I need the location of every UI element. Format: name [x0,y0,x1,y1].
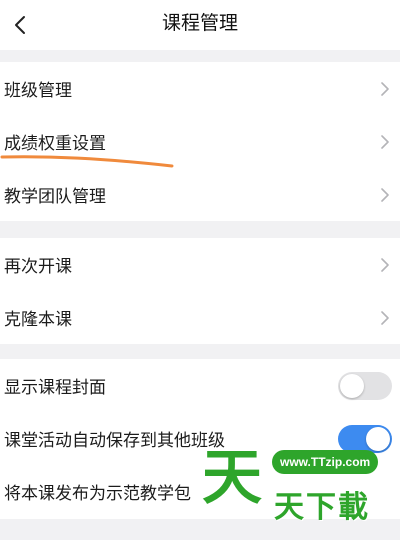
row-show-course-cover: 显示课程封面 [0,359,400,412]
auto-save-toggle[interactable] [338,424,392,453]
row-label: 再次开课 [4,257,72,277]
settings-group-course: 班级管理 成绩权重设置 教学团队管理 [0,62,400,221]
page-title: 课程管理 [161,12,238,34]
settings-group-reopen: 再次开课 克隆本课 [0,238,400,344]
show-cover-toggle[interactable] [338,371,392,400]
row-label: 将本课发布为示范教学包 [4,484,191,504]
row-label: 教学团队管理 [4,187,106,207]
chevron-right-icon [381,187,389,202]
toggle-knob [340,373,364,398]
chevron-right-icon [381,134,389,149]
row-label: 班级管理 [4,81,72,101]
row-label: 成绩权重设置 [4,134,106,154]
chevron-right-icon [381,81,389,96]
row-reopen-course[interactable]: 再次开课 [0,238,400,291]
row-publish-demo-package[interactable]: 将本课发布为示范教学包 [0,465,400,518]
settings-group-display: 显示课程封面 课堂活动自动保存到其他班级 将本课发布为示范教学包 [0,359,400,519]
chevron-right-icon [381,257,389,272]
row-label: 课堂活动自动保存到其他班级 [4,431,225,451]
row-clone-course[interactable]: 克隆本课 [0,291,400,344]
nav-bar: 课程管理 [0,0,400,50]
row-teaching-team-management[interactable]: 教学团队管理 [0,168,400,221]
row-grade-weight-settings[interactable]: 成绩权重设置 [0,115,400,168]
row-class-management[interactable]: 班级管理 [0,62,400,115]
row-label: 克隆本课 [4,310,72,330]
toggle-knob [366,426,390,451]
chevron-right-icon [381,310,389,325]
row-auto-save-activities: 课堂活动自动保存到其他班级 [0,412,400,465]
row-label: 显示课程封面 [4,378,106,398]
